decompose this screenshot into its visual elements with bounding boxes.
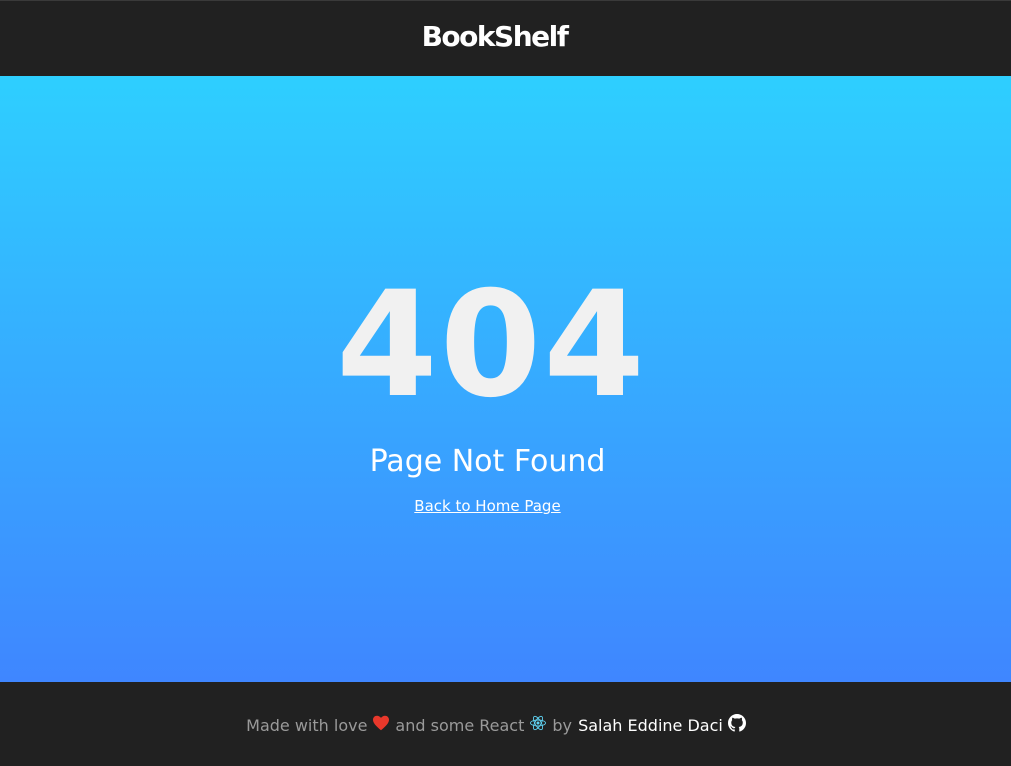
error-code: 404 xyxy=(336,260,647,430)
github-icon[interactable] xyxy=(727,714,746,732)
author-link[interactable]: Salah Eddine Daci xyxy=(578,716,723,735)
page: BookShelf 404 Page Not Found Back to Hom… xyxy=(0,0,1011,766)
top-navbar: BookShelf xyxy=(0,0,1011,76)
error-message: Page Not Found xyxy=(369,444,606,479)
footer-by: by xyxy=(552,715,572,735)
not-found-hero: 404 Page Not Found Back to Home Page xyxy=(0,76,1011,682)
heart-icon xyxy=(372,715,390,731)
brand-logo[interactable]: BookShelf xyxy=(422,20,569,53)
footer-made-with: Made with love xyxy=(246,715,368,735)
footer-credit: Made with love and some React by Salah E… xyxy=(245,714,746,735)
footer: Made with love and some React by Salah E… xyxy=(0,682,1011,766)
footer-and-some-react: and some React xyxy=(395,715,525,735)
react-icon xyxy=(529,714,547,732)
back-to-home-link[interactable]: Back to Home Page xyxy=(414,497,560,515)
home-link-wrapper: Back to Home Page xyxy=(0,496,993,516)
